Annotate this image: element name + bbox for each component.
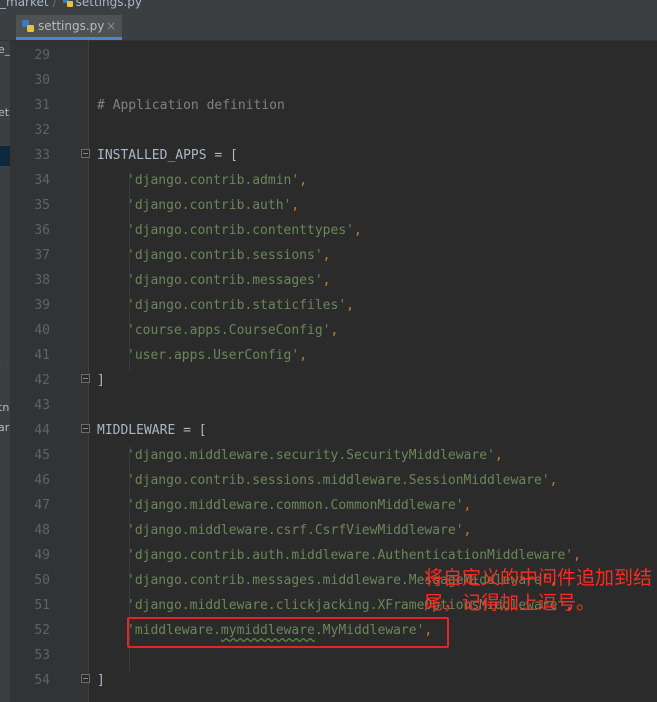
line-number: 36 xyxy=(34,223,50,238)
line-number: 51 xyxy=(34,598,50,613)
line-number: 35 xyxy=(34,198,50,213)
python-file-icon xyxy=(62,0,73,7)
comma: , xyxy=(346,298,354,313)
installed-app-string: 'django.contrib.contenttypes' xyxy=(127,223,354,238)
line-number: 47 xyxy=(34,498,50,513)
project-panel: e_ et l tn ar xyxy=(0,41,10,702)
highlight-box xyxy=(127,617,449,648)
assign-open-bracket: = [ xyxy=(206,148,238,163)
comma: , xyxy=(463,523,472,538)
breadcrumb: _market / settings.py xyxy=(0,0,657,13)
line-number: 40 xyxy=(34,323,50,338)
line-number: 33 xyxy=(34,148,50,163)
close-icon[interactable]: × xyxy=(106,15,116,37)
line-number: 32 xyxy=(34,123,50,138)
code-line: 'django.middleware.common.CommonMiddlewa… xyxy=(127,493,471,518)
comma: , xyxy=(322,273,331,288)
close-bracket: ] xyxy=(97,673,105,688)
line-number: 31 xyxy=(34,98,50,113)
installed-app-string: 'course.apps.CourseConfig' xyxy=(127,323,331,338)
installed-app-string: 'django.contrib.auth' xyxy=(127,198,292,213)
line-number: 42 xyxy=(34,373,50,388)
editor-tab-bar: settings.py × xyxy=(0,13,657,41)
line-number: 49 xyxy=(34,548,50,563)
middleware-string: 'django.middleware.common.CommonMiddlewa… xyxy=(127,498,464,513)
middleware-string: 'django.contrib.sessions.middleware.Sess… xyxy=(127,473,550,488)
installed-app-string: 'django.contrib.messages' xyxy=(127,273,323,288)
comma: , xyxy=(463,498,472,513)
line-number: 46 xyxy=(34,473,50,488)
middleware-string: 'django.contrib.auth.middleware.Authenti… xyxy=(127,548,574,563)
code-line: 'django.contrib.messages', xyxy=(127,268,331,293)
comma: , xyxy=(494,448,503,463)
line-number: 44 xyxy=(34,423,50,438)
installed-app-string: 'django.contrib.staticfiles' xyxy=(127,298,347,313)
project-item[interactable]: et xyxy=(0,106,9,119)
installed-app-string: 'django.contrib.admin' xyxy=(127,173,300,188)
line-number: 48 xyxy=(34,523,50,538)
installed-app-string: 'django.contrib.sessions' xyxy=(127,248,323,263)
line-number: 30 xyxy=(34,73,50,88)
breadcrumb-separator: / xyxy=(52,0,57,9)
line-number: 54 xyxy=(34,673,50,688)
breadcrumb-project[interactable]: _market xyxy=(0,0,49,11)
close-bracket: ] xyxy=(97,373,105,388)
line-number: 43 xyxy=(34,398,50,413)
installed-app-string: 'user.apps.UserConfig' xyxy=(127,348,300,363)
code-line: 'django.middleware.security.SecurityMidd… xyxy=(127,443,503,468)
code-line: MIDDLEWARE = [ xyxy=(97,418,207,443)
line-number: 53 xyxy=(34,648,50,663)
code-line: INSTALLED_APPS = [ xyxy=(97,143,238,168)
comma: , xyxy=(549,473,558,488)
assign-open-bracket: = [ xyxy=(175,423,207,438)
code-line: 'django.contrib.contenttypes', xyxy=(127,218,362,243)
line-number: 52 xyxy=(34,623,50,638)
code-line: 'course.apps.CourseConfig', xyxy=(127,318,338,343)
breadcrumb-file[interactable]: settings.py xyxy=(76,0,142,11)
project-item[interactable]: ar xyxy=(0,421,9,434)
code-line: # Application definition xyxy=(97,93,285,118)
code-line: 'django.contrib.auth.middleware.Authenti… xyxy=(127,543,581,568)
comma: , xyxy=(291,198,300,213)
comma: , xyxy=(299,348,308,363)
code-line: 'django.contrib.sessions.middleware.Sess… xyxy=(127,468,557,493)
comma: , xyxy=(353,223,362,238)
tab-settings-py[interactable]: settings.py × xyxy=(16,15,122,40)
project-selected-item[interactable] xyxy=(0,146,10,166)
code-line: 'django.contrib.auth', xyxy=(127,193,299,218)
comma: , xyxy=(322,248,331,263)
comma: , xyxy=(573,548,581,563)
code-line: 'django.contrib.admin', xyxy=(127,168,307,193)
line-number-gutter: 29 30 31 32 33 34 35 36 37 38 39 40 41 4… xyxy=(10,41,89,702)
code-line: 'user.apps.UserConfig', xyxy=(127,343,307,368)
line-number: 37 xyxy=(34,248,50,263)
code-line: 'django.middleware.csrf.CsrfViewMiddlewa… xyxy=(127,518,471,543)
middleware-identifier: MIDDLEWARE xyxy=(97,423,176,438)
line-number: 34 xyxy=(34,173,50,188)
project-item[interactable]: e_ xyxy=(0,43,10,56)
line-number: 38 xyxy=(34,273,50,288)
comma: , xyxy=(299,173,308,188)
code-line: 'django.contrib.sessions', xyxy=(127,243,331,268)
line-number: 41 xyxy=(34,348,50,363)
python-file-icon xyxy=(22,20,34,32)
line-number: 29 xyxy=(34,48,50,63)
middleware-string: 'django.middleware.security.SecurityMidd… xyxy=(127,448,495,463)
line-number: 39 xyxy=(34,298,50,313)
code-comment: # Application definition xyxy=(97,98,285,113)
project-item[interactable]: l xyxy=(0,356,1,369)
comma: , xyxy=(330,323,339,338)
code-line: 'django.contrib.staticfiles', xyxy=(127,293,354,318)
code-line: ] xyxy=(97,668,105,693)
line-number: 50 xyxy=(34,573,50,588)
line-number: 45 xyxy=(34,448,50,463)
annotation-text: 将自定义的中间件追加到结尾，记得加上逗号。 xyxy=(424,567,653,614)
middleware-string: 'django.middleware.csrf.CsrfViewMiddlewa… xyxy=(127,523,464,538)
installed-apps-identifier: INSTALLED_APPS xyxy=(97,148,207,163)
code-line: ] xyxy=(97,368,105,393)
project-item[interactable]: tn xyxy=(0,401,9,414)
tab-label: settings.py xyxy=(38,19,105,33)
